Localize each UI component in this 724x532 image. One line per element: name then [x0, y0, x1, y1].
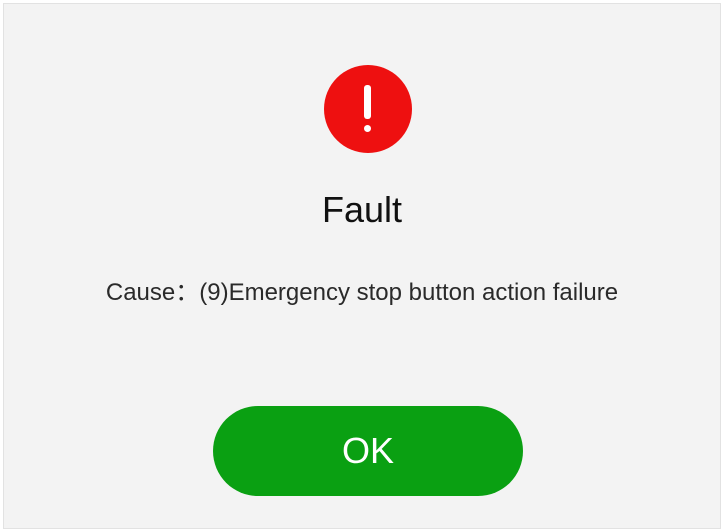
exclamation-dot [364, 125, 371, 132]
ok-button[interactable]: OK [213, 406, 523, 496]
fault-dialog: Fault Cause：(9)Emergency stop button act… [3, 3, 721, 529]
exclamation-bar [364, 85, 371, 119]
dialog-title: Fault [321, 189, 403, 230]
cause-text: (9)Emergency stop button action failure [199, 279, 619, 306]
cause-label: Cause： [105, 279, 200, 306]
error-exclamation-icon [324, 65, 412, 153]
cause-message: Cause：(9)Emergency stop button action fa… [4, 278, 720, 308]
